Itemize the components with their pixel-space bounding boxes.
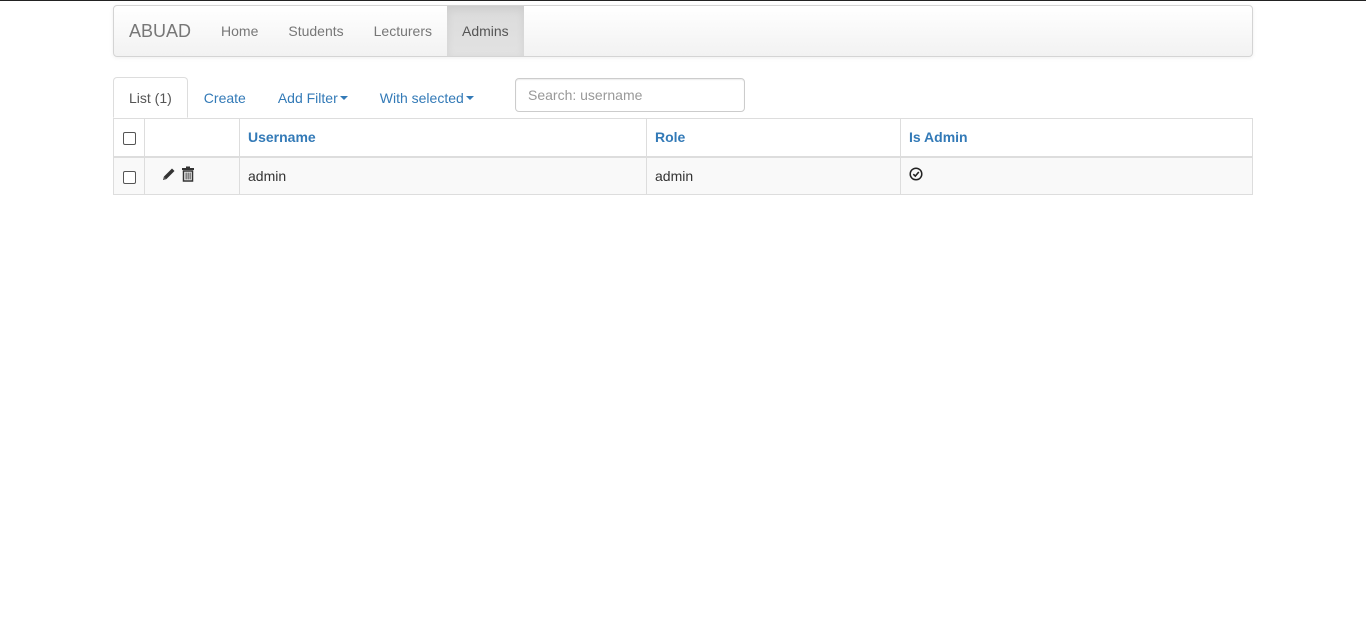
row-actions-cell xyxy=(144,156,240,195)
nav-item-students[interactable]: Students xyxy=(273,6,358,56)
header-username-cell: Username xyxy=(239,118,647,158)
select-all-checkbox[interactable] xyxy=(122,132,136,146)
add-filter-label: Add Filter xyxy=(277,89,338,106)
action-tabs: List (1) Create Add Filter With selected xyxy=(113,77,1253,118)
tab-add-filter[interactable]: Add Filter xyxy=(262,77,364,118)
row-checkbox[interactable] xyxy=(122,170,136,184)
trash-icon[interactable] xyxy=(181,166,195,185)
nav-item-lecturers[interactable]: Lecturers xyxy=(359,6,447,56)
username-cell: admin xyxy=(239,156,647,195)
brand-link[interactable]: ABUAD xyxy=(114,6,206,56)
sort-username-link[interactable]: Username xyxy=(248,129,316,145)
sort-is-admin-link[interactable]: Is Admin xyxy=(909,129,968,145)
tab-with-selected[interactable]: With selected xyxy=(364,77,490,118)
search-input[interactable] xyxy=(515,78,745,112)
sort-role-link[interactable]: Role xyxy=(655,129,685,145)
nav-item-home[interactable]: Home xyxy=(206,6,273,56)
table-row: admin admin xyxy=(113,156,1253,195)
with-selected-label: With selected xyxy=(379,89,464,106)
main-container: ABUAD Home Students Lecturers Admins Lis… xyxy=(113,5,1253,195)
admins-table: Username Role Is Admin admin admin xyxy=(113,118,1253,195)
tab-create[interactable]: Create xyxy=(188,77,262,118)
header-role-cell: Role xyxy=(646,118,901,158)
pencil-icon[interactable] xyxy=(161,166,177,185)
check-circle-icon xyxy=(909,167,923,184)
table-header-row: Username Role Is Admin xyxy=(113,118,1253,158)
nav-item-admins[interactable]: Admins xyxy=(447,6,524,56)
row-select-cell xyxy=(113,156,145,195)
window-top-border xyxy=(0,0,1366,1)
header-select-cell xyxy=(113,118,145,158)
top-navbar: ABUAD Home Students Lecturers Admins xyxy=(113,5,1253,57)
header-actions-cell xyxy=(144,118,240,158)
role-cell: admin xyxy=(646,156,901,195)
is-admin-cell xyxy=(900,156,1253,195)
caret-down-icon xyxy=(339,95,348,100)
caret-down-icon xyxy=(465,95,474,100)
header-is-admin-cell: Is Admin xyxy=(900,118,1253,158)
tab-list[interactable]: List (1) xyxy=(113,77,188,118)
